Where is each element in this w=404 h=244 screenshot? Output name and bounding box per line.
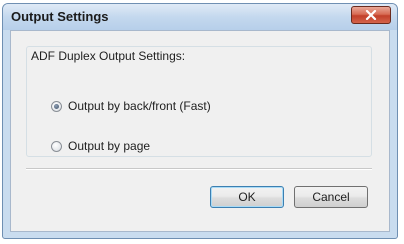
radio-back-front[interactable] [51,100,62,112]
option-by-page[interactable]: Output by page [51,139,150,153]
option-back-front[interactable]: Output by back/front (Fast) [51,99,211,113]
dialog-body: ADF Duplex Output Settings: Output by ba… [10,30,390,232]
ok-button[interactable]: OK [210,186,284,208]
output-settings-dialog: Output Settings ADF Duplex Output Settin… [2,3,398,239]
title-bar[interactable]: Output Settings [3,4,397,30]
cancel-button[interactable]: Cancel [294,186,368,208]
option-back-front-label[interactable]: Output by back/front (Fast) [68,99,211,113]
close-icon [365,10,377,20]
option-by-page-label[interactable]: Output by page [68,139,150,153]
dialog-title: Output Settings [11,9,109,24]
radio-by-page[interactable] [51,140,62,152]
group-label: ADF Duplex Output Settings: [31,49,186,63]
close-button[interactable] [351,6,391,24]
separator [26,168,372,170]
